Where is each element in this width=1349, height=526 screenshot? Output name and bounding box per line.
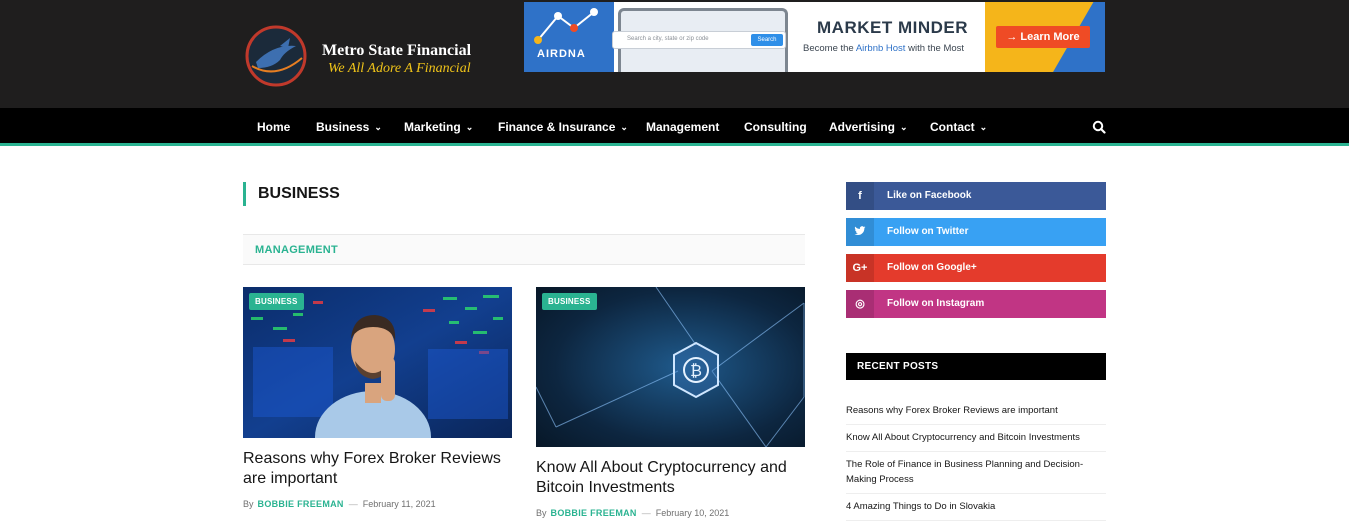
banner-ad[interactable]: AIRDNA Search a city, state or zip code … [524,2,1105,72]
facebook-icon: f [846,182,874,210]
chevron-down-icon: ⌄ [374,122,382,132]
post-author[interactable]: BOBBIE FREEMAN [551,508,637,518]
bitcoin-network-image-icon: ₿ [536,287,805,447]
post-card: BUSINESS Reasons why Forex Broker Review… [243,287,512,526]
ad-brand-panel: AIRDNA [524,2,614,72]
svg-text:₿: ₿ [690,361,702,380]
ad-search-placeholder: Search a city, state or zip code [627,36,709,42]
nav-marketing[interactable]: Marketing ⌄ [404,120,473,134]
nav-contact[interactable]: Contact ⌄ [930,120,987,134]
recent-post-link[interactable]: The Role of Finance in Business Planning… [846,457,1106,494]
bird-logo-icon [245,25,307,87]
post-title[interactable]: Reasons why Forex Broker Reviews are imp… [243,449,512,489]
post-meta: By BOBBIE FREEMAN — February 10, 2021 [536,508,730,518]
google-plus-button[interactable]: G+ Follow on Google+ [846,254,1106,282]
instagram-button[interactable]: ◎ Follow on Instagram [846,290,1106,318]
post-date: February 10, 2021 [655,508,730,518]
ad-search-button: Search [751,34,783,46]
search-icon[interactable] [1092,120,1106,134]
arrow-right-icon: → [1006,31,1018,43]
post-author[interactable]: BOBBIE FREEMAN [258,499,344,509]
subcategory-link[interactable]: MANAGEMENT [255,244,338,256]
facebook-button[interactable]: f Like on Facebook [846,182,1106,210]
post-card: ₿ BUSINESS Know All About Cryptocurrency… [536,287,805,526]
post-title[interactable]: Know All About Cryptocurrency and Bitcoi… [536,458,805,498]
nav-business[interactable]: Business ⌄ [316,120,382,134]
site-header: Metro State Financial We All Adore A Fin… [0,0,1349,108]
nav-management[interactable]: Management [646,120,719,134]
recent-post-link[interactable]: Reasons why Forex Broker Reviews are imp… [846,403,1106,425]
category-badge[interactable]: BUSINESS [249,293,304,310]
category-badge[interactable]: BUSINESS [542,293,597,310]
network-graph-icon [534,8,598,44]
page-title: BUSINESS [243,182,340,206]
ad-search-box: Search a city, state or zip code Search [612,31,786,49]
chevron-down-icon: ⌄ [465,122,474,132]
post-thumbnail-crypto[interactable]: ₿ BUSINESS [536,287,805,447]
twitter-icon [846,218,874,246]
main-nav: Home Business ⌄ Marketing ⌄ Finance & Insu… [0,108,1349,146]
site-name: Metro State Financial [322,42,472,59]
recent-post-link[interactable]: Know All About Cryptocurrency and Bitcoi… [846,430,1106,452]
twitter-button[interactable]: Follow on Twitter [846,218,1106,246]
ad-brand-name: AIRDNA [537,48,586,60]
nav-advertising[interactable]: Advertising ⌄ [829,120,908,134]
ad-subtitle: Become the Airbnb Host with the Most [803,43,965,54]
nav-consulting[interactable]: Consulting [744,120,807,134]
google-plus-icon: G+ [846,254,874,282]
post-meta: By BOBBIE FREEMAN — February 11, 2021 [243,499,436,509]
recent-post-link[interactable]: 4 Amazing Things to Do in Slovakia [846,499,1106,521]
chevron-down-icon: ⌄ [620,122,628,132]
instagram-icon: ◎ [846,290,874,318]
nav-home[interactable]: Home [257,120,290,134]
post-thumbnail-forex[interactable]: BUSINESS [243,287,512,438]
ad-learn-more-button[interactable]: → Learn More [996,26,1090,48]
nav-finance-insurance[interactable]: Finance & Insurance ⌄ [498,120,628,134]
chevron-down-icon: ⌄ [979,122,988,132]
site-logo[interactable]: Metro State Financial We All Adore A Fin… [244,24,484,88]
chevron-down-icon: ⌄ [900,122,908,132]
site-tagline: We All Adore A Financial [328,61,471,76]
recent-posts-heading: RECENT POSTS [846,353,1106,380]
post-date: February 11, 2021 [362,499,436,509]
ad-title: MARKET MINDER [817,18,968,37]
subcategory-bar: MANAGEMENT [243,234,805,265]
